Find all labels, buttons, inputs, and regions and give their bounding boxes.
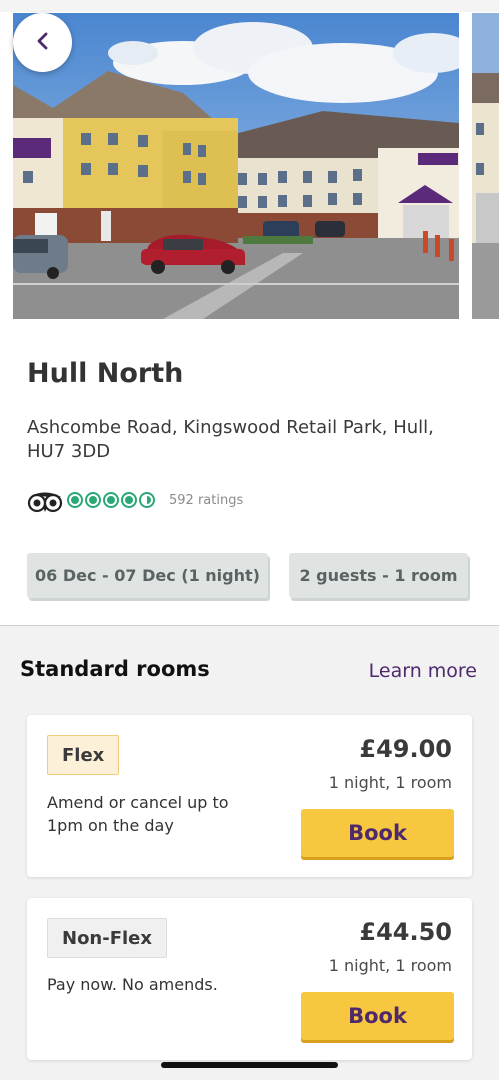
- section-divider: [0, 625, 499, 626]
- tripadvisor-owl-icon: [27, 491, 63, 517]
- rate-description: Pay now. No amends.: [47, 975, 218, 994]
- rating-bubbles: [67, 492, 155, 508]
- dates-selector[interactable]: 06 Dec - 07 Dec (1 night): [27, 553, 268, 598]
- room-price: £44.50: [359, 918, 452, 946]
- photo-gallery[interactable]: [13, 13, 499, 319]
- status-strip: [0, 0, 499, 12]
- ratings-count[interactable]: 592 ratings: [169, 493, 243, 508]
- book-button[interactable]: Book: [301, 809, 454, 857]
- rating-bubble: [103, 492, 119, 508]
- chevron-left-icon: [36, 31, 50, 54]
- rating-bubble-half: [139, 492, 155, 508]
- hotel-photo-next[interactable]: [472, 13, 499, 319]
- rating-bubble: [121, 492, 137, 508]
- room-option-card: Flex Amend or cancel up to 1pm on the da…: [27, 715, 472, 877]
- rooms-section-title: Standard rooms: [20, 657, 210, 681]
- rate-tag-non-flex: Non-Flex: [47, 918, 167, 958]
- rate-tag-flex: Flex: [47, 735, 120, 775]
- rating-bubble: [85, 492, 101, 508]
- room-price: £49.00: [359, 735, 452, 763]
- guests-selector[interactable]: 2 guests - 1 room: [289, 553, 468, 598]
- book-button[interactable]: Book: [301, 992, 454, 1040]
- back-button[interactable]: [13, 13, 72, 72]
- room-option-card: Non-Flex Pay now. No amends. £44.50 1 ni…: [27, 898, 472, 1060]
- rate-description: Amend or cancel up to 1pm on the day: [47, 793, 229, 835]
- learn-more-link[interactable]: Learn more: [369, 660, 477, 682]
- hotel-name: Hull North: [27, 358, 184, 389]
- room-nights: 1 night, 1 room: [328, 956, 452, 975]
- hotel-photo[interactable]: [13, 13, 459, 319]
- hotel-header-section: Hull North Ashcombe Road, Kingswood Reta…: [0, 0, 499, 625]
- home-indicator[interactable]: [161, 1062, 338, 1068]
- hotel-address: Ashcombe Road, Kingswood Retail Park, Hu…: [27, 417, 434, 462]
- rating-bubble: [67, 492, 83, 508]
- room-nights: 1 night, 1 room: [328, 773, 452, 792]
